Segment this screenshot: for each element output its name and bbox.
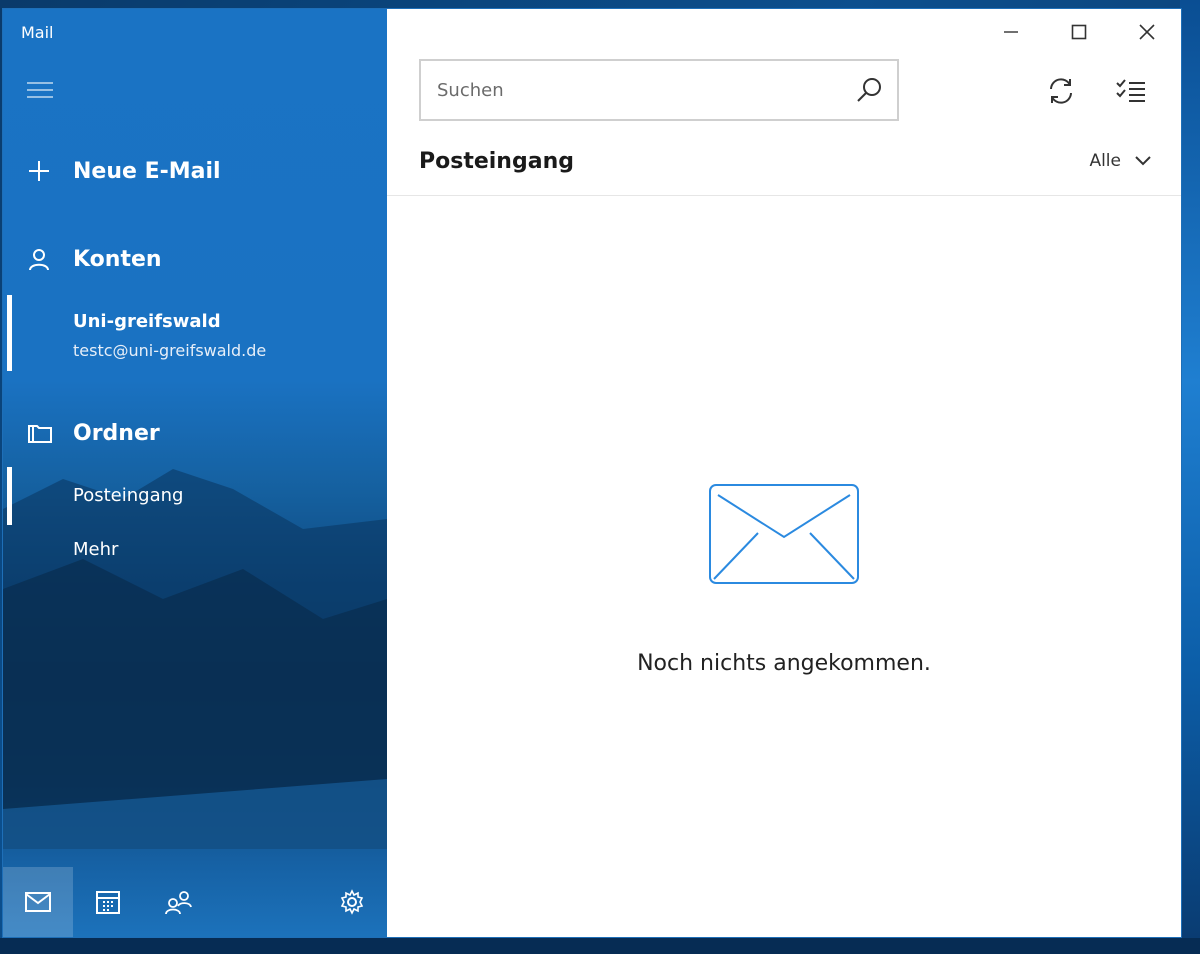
selection-indicator	[7, 295, 12, 371]
folder-icon	[3, 422, 73, 444]
desktop-background	[1180, 0, 1200, 954]
settings-button[interactable]	[317, 867, 387, 937]
sync-button[interactable]	[1043, 71, 1079, 111]
selection-indicator	[7, 467, 12, 525]
plus-icon	[3, 159, 73, 183]
folders-label: Ordner	[73, 420, 160, 446]
envelope-icon	[709, 484, 859, 584]
hamburger-menu-icon[interactable]	[27, 79, 53, 101]
mail-app-button[interactable]	[3, 867, 73, 937]
new-mail-label: Neue E-Mail	[73, 158, 221, 184]
filter-selected: Alle	[1089, 151, 1121, 171]
chevron-down-icon	[1135, 156, 1151, 166]
sync-icon	[1050, 78, 1072, 104]
close-button[interactable]	[1113, 9, 1181, 55]
minimize-button[interactable]	[977, 9, 1045, 55]
header-divider	[387, 195, 1181, 196]
gear-icon	[340, 889, 364, 915]
empty-state: Noch nichts angekommen.	[387, 483, 1181, 676]
calendar-app-button[interactable]	[73, 867, 143, 937]
person-icon	[3, 247, 73, 271]
maximize-icon	[1071, 24, 1087, 40]
folder-label: Posteingang	[73, 485, 184, 506]
main-pane: Posteingang Alle Noch nichts angekommen.	[387, 9, 1181, 937]
more-folders-link[interactable]: Mehr	[73, 539, 118, 560]
accounts-button[interactable]: Konten	[3, 237, 387, 281]
app-title: Mail	[21, 23, 54, 42]
account-email: testc@uni-greifswald.de	[73, 341, 267, 360]
account-name: Uni-greifswald	[73, 311, 221, 332]
folder-title: Posteingang	[419, 149, 574, 174]
calendar-icon	[96, 891, 120, 914]
search-input[interactable]	[421, 61, 841, 119]
mail-icon	[25, 892, 51, 912]
checklist-icon	[1116, 79, 1145, 102]
empty-message: Noch nichts angekommen.	[637, 651, 931, 676]
people-app-button[interactable]	[143, 867, 213, 937]
search-icon	[857, 78, 881, 102]
accounts-label: Konten	[73, 246, 162, 272]
search-button[interactable]	[841, 76, 897, 104]
account-item[interactable]: Uni-greifswald testc@uni-greifswald.de	[3, 291, 387, 375]
search-box	[419, 59, 899, 121]
people-icon	[165, 891, 192, 915]
folder-item-inbox[interactable]: Posteingang	[3, 465, 387, 529]
app-switcher-bar	[3, 867, 387, 937]
folders-button[interactable]: Ordner	[3, 411, 387, 455]
minimize-icon	[1004, 31, 1018, 33]
selection-mode-button[interactable]	[1111, 71, 1151, 111]
mail-window: Mail Neue E-Mail Konten Uni-greifswald t…	[2, 8, 1182, 938]
maximize-button[interactable]	[1045, 9, 1113, 55]
sidebar: Mail Neue E-Mail Konten Uni-greifswald t…	[3, 9, 387, 937]
filter-dropdown[interactable]: Alle	[1089, 151, 1151, 171]
new-mail-button[interactable]: Neue E-Mail	[3, 149, 387, 193]
window-controls	[977, 9, 1181, 55]
close-icon	[1139, 24, 1155, 40]
taskbar-edge	[0, 938, 1200, 954]
